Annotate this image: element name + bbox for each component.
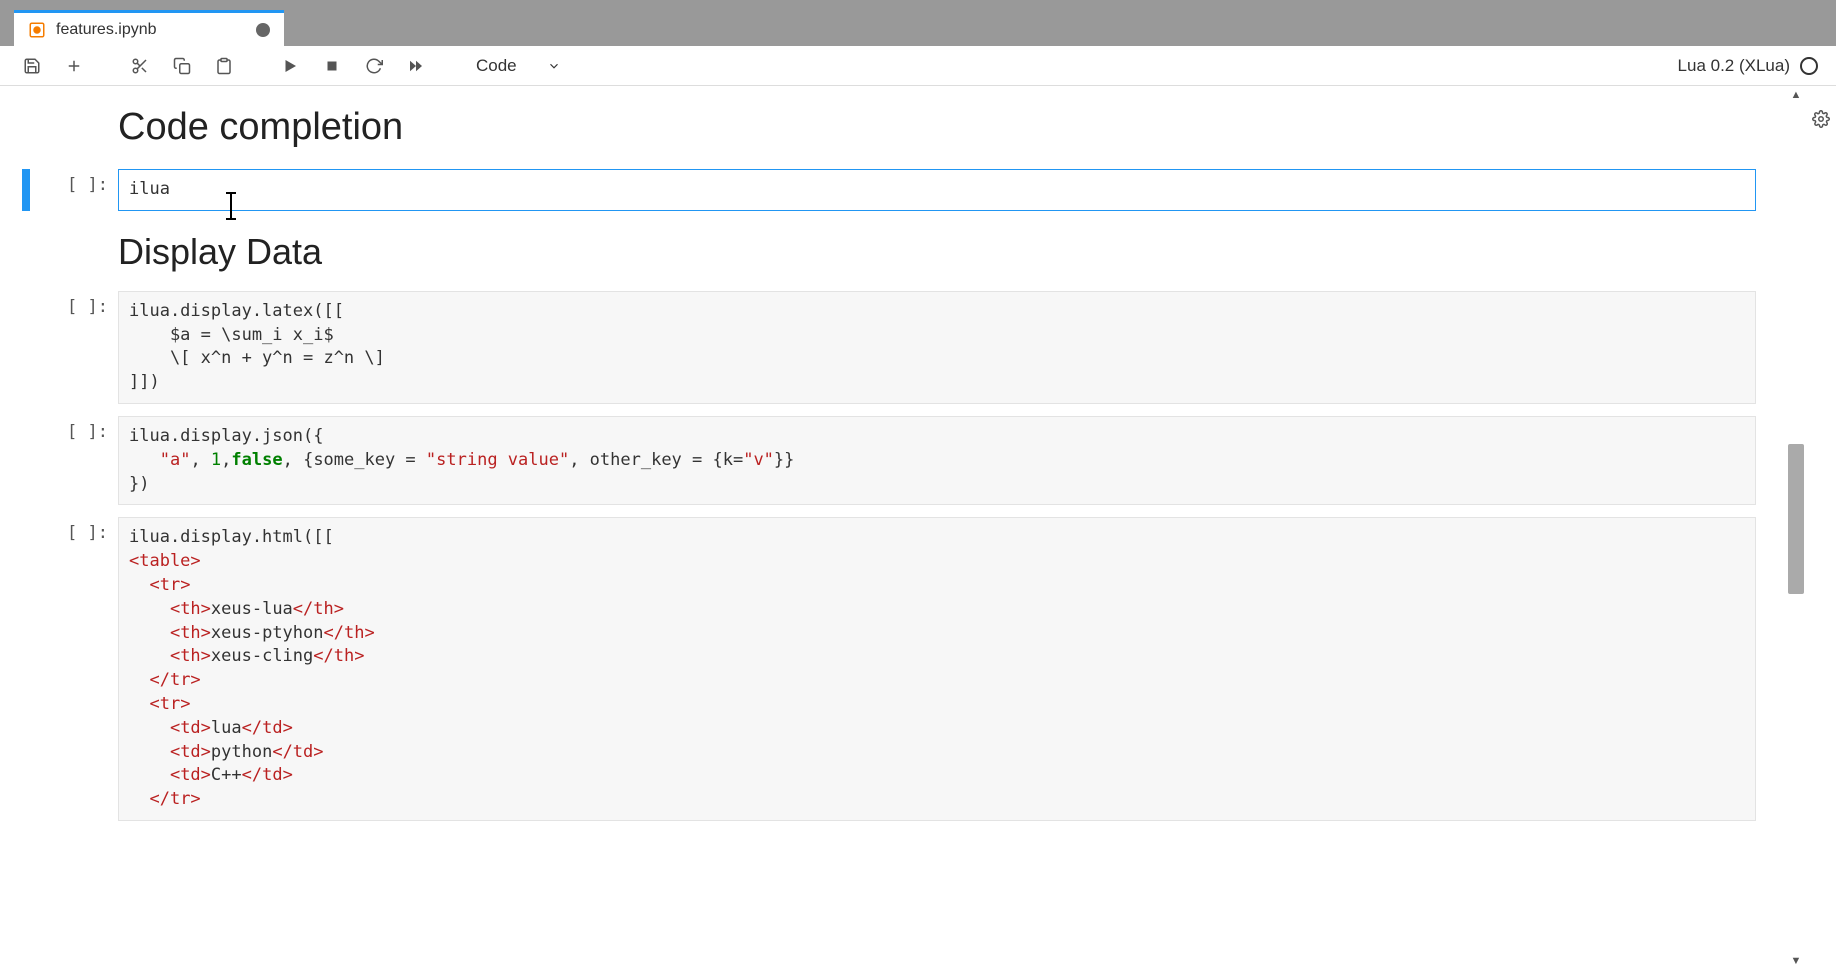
cell-prompt: [ ]:	[30, 169, 118, 211]
chevron-down-icon	[547, 59, 561, 73]
right-sidebar	[1806, 86, 1836, 970]
stop-button[interactable]	[318, 52, 346, 80]
kernel-status-icon[interactable]	[1800, 57, 1818, 75]
code-cell-3[interactable]: [ ]: ilua.display.html([[ <table> <tr> <…	[0, 517, 1786, 821]
vertical-scrollbar[interactable]: ▲ ▼	[1786, 86, 1806, 970]
cell-prompt: [ ]:	[30, 416, 118, 505]
scroll-up-arrow-icon[interactable]: ▲	[1786, 86, 1806, 104]
cell-active-marker	[22, 169, 30, 211]
markdown-cell-h2[interactable]: Display Data	[0, 231, 1786, 273]
notebook-content[interactable]: Code completion [ ]: ilua Display Data […	[0, 86, 1786, 970]
tab-bar: features.ipynb	[0, 10, 1836, 46]
code-editor[interactable]: ilua.display.json({ "a", 1,false, {some_…	[118, 416, 1756, 505]
code-cell-0[interactable]: [ ]: ilua	[0, 169, 1786, 211]
cell-prompt: [ ]:	[30, 291, 118, 404]
code-editor[interactable]: ilua.display.html([[ <table> <tr> <th>xe…	[118, 517, 1756, 821]
heading-code-completion: Code completion	[118, 106, 1786, 149]
run-button[interactable]	[276, 52, 304, 80]
scroll-down-arrow-icon[interactable]: ▼	[1786, 952, 1806, 970]
notebook-toolbar: Code Lua 0.2 (XLua)	[0, 46, 1836, 86]
run-all-button[interactable]	[402, 52, 430, 80]
markdown-cell-h1[interactable]: Code completion	[0, 106, 1786, 149]
unsaved-indicator-icon	[256, 23, 270, 37]
cell-type-label: Code	[476, 56, 517, 76]
notebook-icon	[28, 21, 46, 39]
code-cell-2[interactable]: [ ]: ilua.display.json({ "a", 1,false, {…	[0, 416, 1786, 505]
scrollbar-thumb[interactable]	[1788, 444, 1804, 594]
paste-button[interactable]	[210, 52, 238, 80]
heading-display-data: Display Data	[118, 231, 1786, 273]
code-editor-active[interactable]: ilua	[118, 169, 1756, 211]
tab-title: features.ipynb	[56, 21, 157, 39]
cut-button[interactable]	[126, 52, 154, 80]
code-cell-1[interactable]: [ ]: ilua.display.latex([[ $a = \sum_i x…	[0, 291, 1786, 404]
kernel-name[interactable]: Lua 0.2 (XLua)	[1678, 56, 1790, 76]
code-editor[interactable]: ilua.display.latex([[ $a = \sum_i x_i$ \…	[118, 291, 1756, 404]
tab-features[interactable]: features.ipynb	[14, 10, 284, 46]
restart-button[interactable]	[360, 52, 388, 80]
cell-prompt: [ ]:	[30, 517, 118, 821]
copy-button[interactable]	[168, 52, 196, 80]
gear-icon[interactable]	[1812, 110, 1830, 133]
cell-type-dropdown[interactable]: Code	[468, 56, 569, 76]
insert-cell-button[interactable]	[60, 52, 88, 80]
save-button[interactable]	[18, 52, 46, 80]
